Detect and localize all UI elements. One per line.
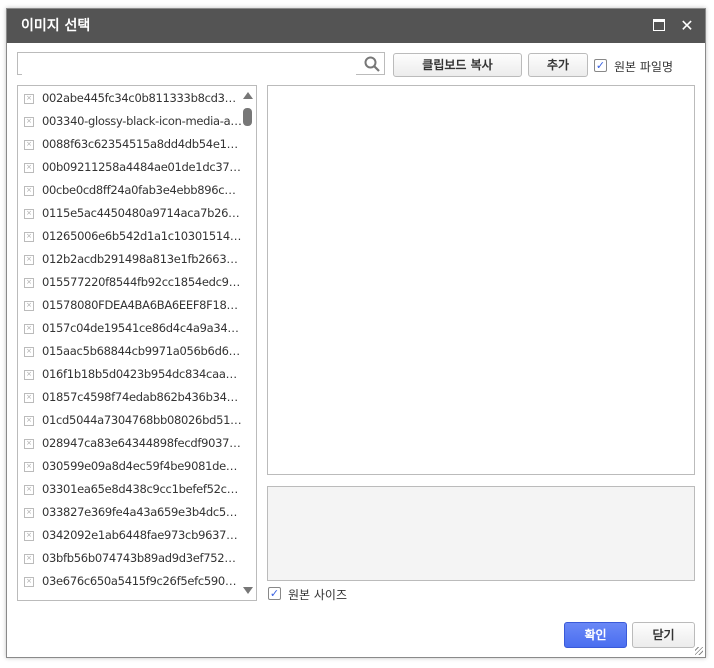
remove-icon[interactable]: × (24, 185, 34, 196)
file-name: 00cbe0cd8ff24a0fab3e4ebb896c76... (42, 183, 242, 197)
file-name: 01857c4598f74edab862b436b34cd... (42, 390, 242, 404)
file-name: 03e676c650a5415f9c26f5efc590d6... (42, 574, 242, 588)
dialog-title: 이미지 선택 (21, 18, 91, 34)
file-list-item[interactable]: × 01265006e6b542d1a1c1030151469... (18, 225, 256, 248)
file-list-item[interactable]: × 012b2acdb291498a813e1fb26630e... (18, 248, 256, 271)
file-name: 03301ea65e8d438c9cc1befef52cd4... (42, 482, 242, 496)
maximize-icon[interactable] (649, 16, 669, 36)
remove-icon[interactable]: × (24, 461, 34, 472)
file-list-item[interactable]: × 01cd5044a7304768bb08026bd51d... (18, 409, 256, 432)
file-name: 0115e5ac4450480a9714aca7b2662... (42, 206, 242, 220)
search-icon[interactable] (364, 56, 380, 76)
original-size-label: 원본 사이즈 (288, 588, 348, 602)
remove-icon[interactable]: × (24, 208, 34, 219)
remove-icon[interactable]: × (24, 484, 34, 495)
remove-icon[interactable]: × (24, 93, 34, 104)
file-list-item[interactable]: × 03301ea65e8d438c9cc1befef52cd4... (18, 478, 256, 501)
file-name: 030599e09a8d4ec59f4be9081ded5... (42, 459, 242, 473)
file-list-item[interactable]: × 01857c4598f74edab862b436b34cd... (18, 386, 256, 409)
remove-icon[interactable]: × (24, 254, 34, 265)
file-name: 00b09211258a4484ae01de1dc3740... (42, 160, 242, 174)
remove-icon[interactable]: × (24, 553, 34, 564)
file-list-item[interactable]: × 016f1b18b5d0423b954dc834caa85... (18, 363, 256, 386)
file-name: 003340-glossy-black-icon-media-a-... (42, 114, 242, 128)
file-name: 03bfb56b074743b89ad9d3ef752bc... (42, 551, 242, 565)
original-filename-checkbox[interactable]: ✓ (594, 59, 607, 72)
remove-icon[interactable]: × (24, 277, 34, 288)
remove-icon[interactable]: × (24, 346, 34, 357)
dialog-title-bar[interactable]: 이미지 선택 ✕ (7, 9, 705, 43)
scroll-down-icon[interactable] (243, 587, 253, 594)
file-list-item[interactable]: × 03e676c650a5415f9c26f5efc590d6... (18, 570, 256, 593)
file-name: 0088f63c62354515a8dd4db54e13c... (42, 137, 242, 151)
remove-icon[interactable]: × (24, 162, 34, 173)
file-list-item[interactable]: × 0157c04de19541ce86d4c4a9a3430... (18, 317, 256, 340)
close-icon[interactable]: ✕ (677, 16, 697, 36)
close-button[interactable]: 닫기 (632, 622, 695, 648)
remove-icon[interactable]: × (24, 415, 34, 426)
file-name: 028947ca83e64344898fecdf90370c... (42, 436, 242, 450)
remove-icon[interactable]: × (24, 139, 34, 150)
remove-icon[interactable]: × (24, 576, 34, 587)
file-list-item[interactable]: × 00b09211258a4484ae01de1dc3740... (18, 156, 256, 179)
file-name: 01cd5044a7304768bb08026bd51d... (42, 413, 242, 427)
scroll-up-icon[interactable] (243, 92, 253, 99)
file-list-item[interactable]: × 01578080FDEA4BA6BA6EEF8F1898... (18, 294, 256, 317)
file-list-item[interactable]: × 0342092e1ab6448fae973cb96376c... (18, 524, 256, 547)
file-name: 016f1b18b5d0423b954dc834caa85... (42, 367, 242, 381)
add-button[interactable]: 추가 (528, 53, 588, 77)
remove-icon[interactable]: × (24, 392, 34, 403)
file-list-item[interactable]: × 0088f63c62354515a8dd4db54e13c... (18, 133, 256, 156)
file-name: 0157c04de19541ce86d4c4a9a3430... (42, 321, 242, 335)
image-info-panel (267, 486, 695, 581)
scrollbar[interactable] (242, 86, 254, 600)
file-list-item[interactable]: × 015577220f8544fb92cc1854edc959... (18, 271, 256, 294)
file-list-item[interactable]: × 0115e5ac4450480a9714aca7b2662... (18, 202, 256, 225)
file-name: 033827e369fe4a43a659e3b4dc58df... (42, 505, 242, 519)
file-list-item[interactable]: × 030599e09a8d4ec59f4be9081ded5... (18, 455, 256, 478)
scroll-thumb[interactable] (243, 108, 252, 126)
remove-icon[interactable]: × (24, 323, 34, 334)
resize-handle[interactable] (695, 647, 703, 655)
file-list-item[interactable]: × 00cbe0cd8ff24a0fab3e4ebb896c76... (18, 179, 256, 202)
search-field[interactable] (17, 52, 385, 75)
file-name: 015577220f8544fb92cc1854edc959... (42, 275, 242, 289)
clipboard-copy-button[interactable]: 클립보드 복사 (393, 53, 522, 77)
file-name: 01265006e6b542d1a1c1030151469... (42, 229, 242, 243)
file-name: 002abe445fc34c0b811333b8cd388... (42, 91, 242, 105)
remove-icon[interactable]: × (24, 507, 34, 518)
image-select-dialog: 이미지 선택 ✕ 클립보드 복사 추가 ✓ 원본 파일명 × 002abe445f… (6, 8, 706, 658)
remove-icon[interactable]: × (24, 231, 34, 242)
file-list-item[interactable]: × 015aac5b68844cb9971a056b6d614... (18, 340, 256, 363)
original-filename-label: 원본 파일명 (614, 60, 674, 74)
file-list-item[interactable]: × 002abe445fc34c0b811333b8cd388... (18, 87, 256, 110)
file-name: 01578080FDEA4BA6BA6EEF8F1898... (42, 298, 242, 312)
file-name: 0342092e1ab6448fae973cb96376c... (42, 528, 242, 542)
remove-icon[interactable]: × (24, 369, 34, 380)
remove-icon[interactable]: × (24, 116, 34, 127)
file-name: 015aac5b68844cb9971a056b6d614... (42, 344, 242, 358)
search-input[interactable] (22, 53, 356, 75)
remove-icon[interactable]: × (24, 300, 34, 311)
file-name: 012b2acdb291498a813e1fb26630e... (42, 252, 242, 266)
original-size-checkbox[interactable]: ✓ (268, 587, 281, 600)
ok-button[interactable]: 확인 (564, 622, 627, 648)
file-list-item[interactable]: × 028947ca83e64344898fecdf90370c... (18, 432, 256, 455)
image-preview (267, 85, 695, 475)
file-list[interactable]: × 002abe445fc34c0b811333b8cd388... × 003340… (17, 85, 257, 601)
file-list-item[interactable]: × 033827e369fe4a43a659e3b4dc58df... (18, 501, 256, 524)
remove-icon[interactable]: × (24, 438, 34, 449)
remove-icon[interactable]: × (24, 530, 34, 541)
file-list-item[interactable]: × 03bfb56b074743b89ad9d3ef752bc... (18, 547, 256, 570)
file-list-item[interactable]: × 003340-glossy-black-icon-media-a-... (18, 110, 256, 133)
